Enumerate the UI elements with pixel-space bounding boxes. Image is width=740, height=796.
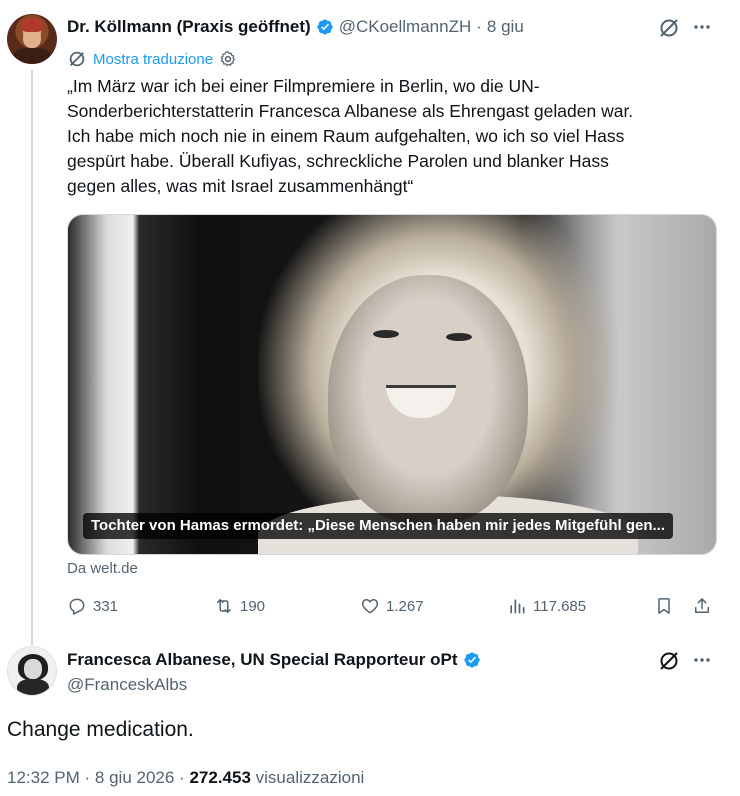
repost-icon: [217, 599, 231, 613]
views-count: 117.685: [533, 597, 587, 615]
tweet-text: „Im März war ich bei einer Filmpremiere …: [67, 74, 727, 199]
reply-icon: [69, 598, 85, 615]
grok-icon[interactable]: [658, 17, 680, 44]
reply-views-label: visualizzazioni: [255, 768, 365, 787]
reply-date[interactable]: 8 giu 2026: [95, 768, 174, 787]
avatar-face: [24, 659, 42, 679]
reply-footer: 12:32 PM · 8 giu 2026 · 272.453 visualiz…: [7, 768, 364, 788]
card-caption[interactable]: Tochter von Hamas ermordet: „Diese Mensc…: [83, 513, 674, 539]
footer-separator: ·: [179, 768, 185, 787]
reply-button[interactable]: 331: [67, 596, 118, 616]
reply-author-avatar[interactable]: [7, 646, 57, 696]
tweet-text-line: gegen alles, was mit Israel zusammenhäng…: [67, 176, 414, 196]
more-icon[interactable]: [692, 17, 712, 42]
translate-row: Mostra traduzione: [67, 49, 237, 69]
tweet-text-line: Sonderberichterstatterin Francesca Alban…: [67, 101, 634, 121]
author-name[interactable]: Dr. Köllmann (Praxis geöffnet): [67, 17, 311, 37]
tweet-header: Dr. Köllmann (Praxis geöffnet) @CKoellma…: [67, 17, 524, 37]
repost-button[interactable]: 190: [214, 596, 265, 616]
card-source[interactable]: Da welt.de: [67, 560, 138, 577]
reply-views-count: 272.453: [189, 768, 251, 787]
like-button[interactable]: 1.267: [360, 596, 424, 616]
author-avatar[interactable]: [7, 14, 57, 64]
avatar-body: [17, 679, 49, 695]
translate-link[interactable]: Mostra traduzione: [93, 51, 213, 68]
bookmark-icon[interactable]: [654, 596, 674, 621]
tweet-text-line: „Im März war ich bei einer Filmpremiere …: [67, 76, 540, 96]
reply-author-handle[interactable]: @FranceskAlbs: [67, 675, 187, 695]
verified-badge-icon: [317, 19, 333, 35]
reply-count: 331: [93, 597, 119, 615]
verified-badge-icon: [463, 652, 480, 668]
heart-icon: [361, 599, 379, 614]
reply-text: Change medication.: [7, 718, 194, 741]
author-handle[interactable]: @CKoellmannZH: [339, 17, 472, 37]
views-button[interactable]: 117.685: [507, 596, 586, 616]
avatar-cap: [21, 18, 43, 32]
grok-icon[interactable]: [658, 650, 680, 677]
views-icon: [510, 599, 525, 614]
reply-header: Francesca Albanese, UN Special Rapporteu…: [67, 650, 481, 670]
share-icon[interactable]: [692, 596, 712, 621]
reply-author-name[interactable]: Francesca Albanese, UN Special Rapporteu…: [67, 650, 458, 670]
card-image-eye: [446, 333, 472, 341]
like-count: 1.267: [386, 597, 424, 615]
tweet-text-line: gespürt habe. Überall Kufiyas, schreckli…: [67, 151, 609, 171]
tweet-date[interactable]: 8 giu: [487, 17, 524, 37]
gear-icon[interactable]: [219, 50, 237, 68]
avatar-coat: [13, 48, 51, 64]
reply-time[interactable]: 12:32 PM: [7, 768, 80, 787]
more-icon[interactable]: [692, 650, 712, 675]
grok-icon: [69, 51, 85, 67]
footer-separator: ·: [84, 768, 91, 787]
meta-separator: ·: [476, 17, 482, 36]
card-image-eye: [373, 330, 399, 338]
thread-line: [31, 70, 33, 645]
tweet-text-line: Ich habe mich noch nie in einem Raum auf…: [67, 126, 625, 146]
repost-count: 190: [240, 597, 266, 615]
link-card[interactable]: Tochter von Hamas ermordet: „Diese Mensc…: [67, 214, 717, 555]
